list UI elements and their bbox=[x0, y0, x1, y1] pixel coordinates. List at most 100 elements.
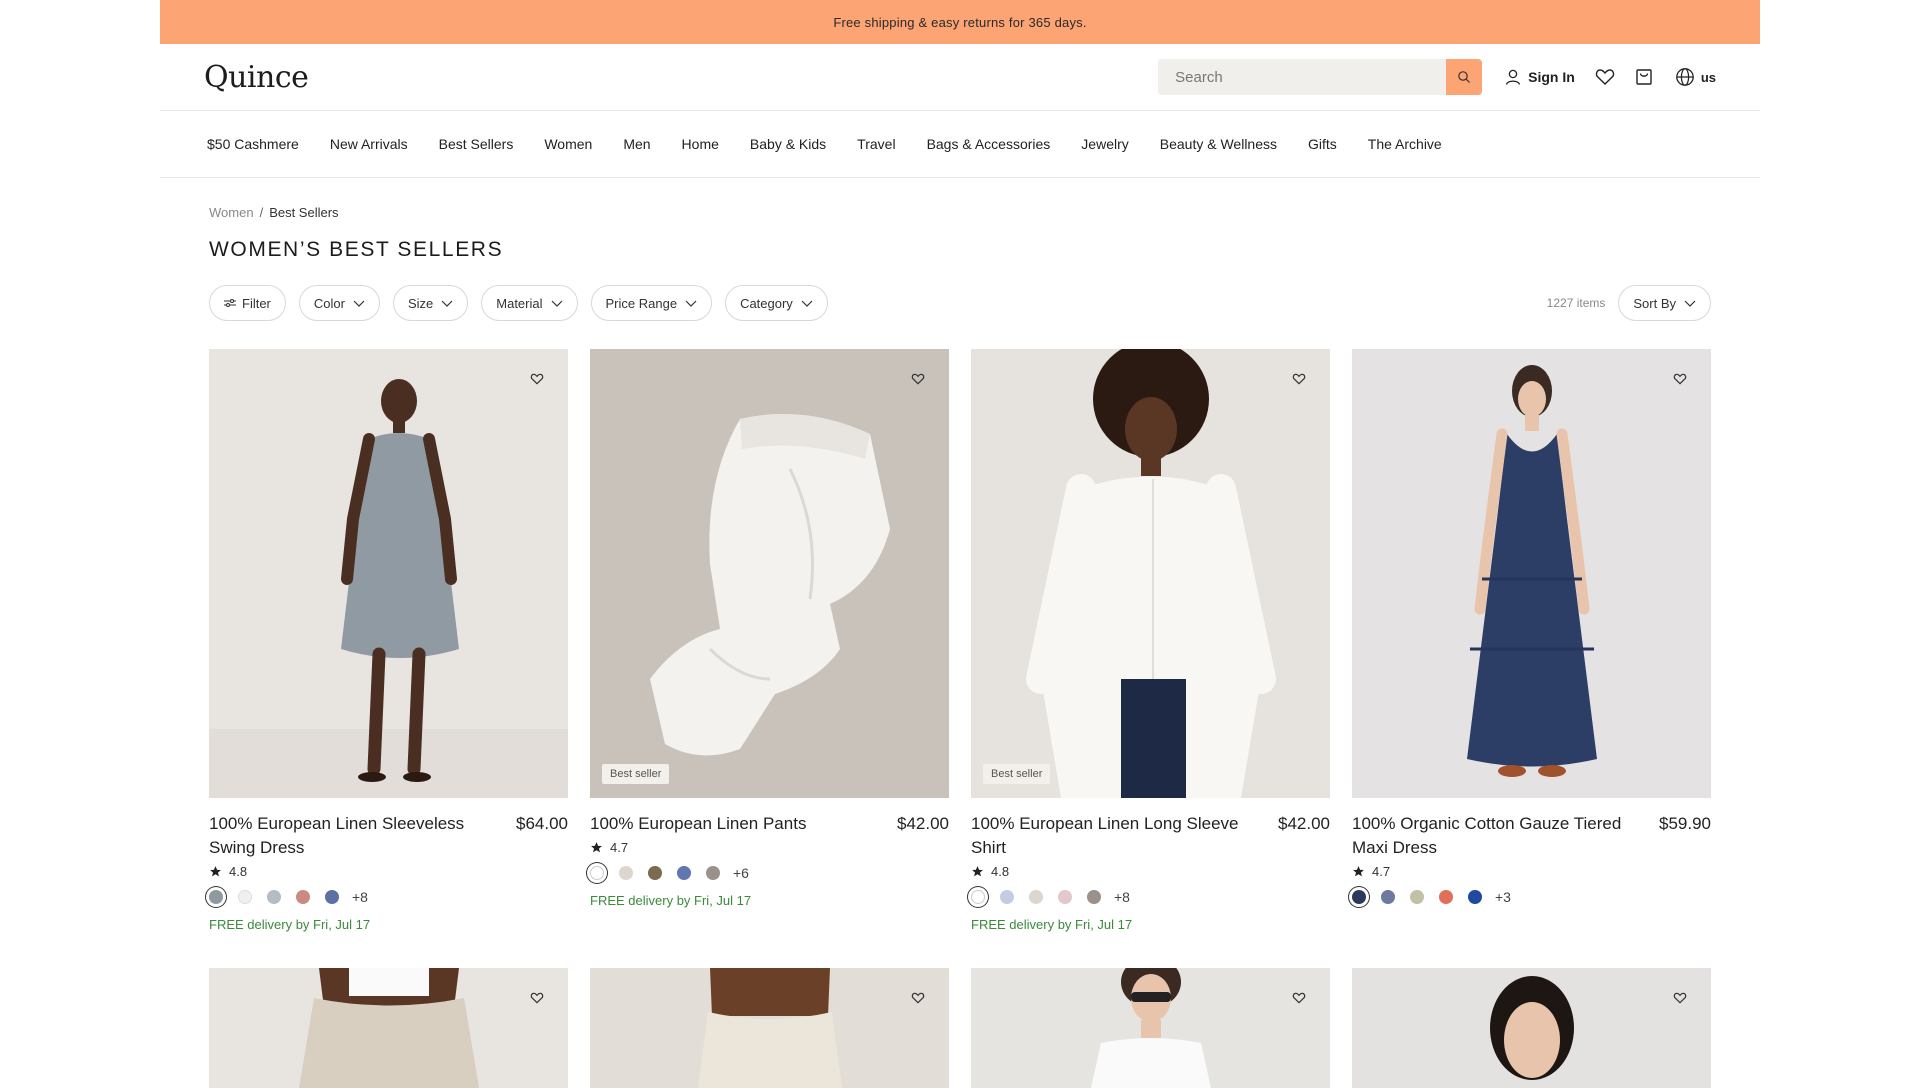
color-swatch[interactable] bbox=[619, 866, 633, 880]
product-card[interactable] bbox=[209, 968, 568, 1088]
product-image[interactable] bbox=[1352, 349, 1711, 798]
category-filter-label: Category bbox=[740, 295, 793, 311]
wishlist-button[interactable] bbox=[1595, 68, 1615, 86]
color-swatches: +3 bbox=[1352, 889, 1711, 905]
wishlist-heart-icon[interactable] bbox=[1292, 373, 1306, 385]
wishlist-heart-icon[interactable] bbox=[911, 373, 925, 385]
wishlist-heart-icon[interactable] bbox=[1673, 992, 1687, 1004]
nav-item-new-arrivals[interactable]: New Arrivals bbox=[330, 136, 408, 152]
product-card[interactable]: Best seller 100% European Linen Long Sle… bbox=[971, 349, 1330, 932]
sort-by-dropdown[interactable]: Sort By bbox=[1618, 285, 1711, 321]
star-icon bbox=[972, 866, 983, 877]
search-input[interactable] bbox=[1158, 59, 1447, 95]
product-image[interactable] bbox=[971, 968, 1330, 1088]
nav-item-men[interactable]: Men bbox=[623, 136, 650, 152]
wishlist-heart-icon[interactable] bbox=[1292, 992, 1306, 1004]
rating-value: 4.8 bbox=[991, 864, 1010, 879]
page-title: WOMEN’S BEST SELLERS bbox=[209, 238, 504, 261]
chevron-down-icon bbox=[1684, 300, 1696, 307]
color-swatch[interactable] bbox=[971, 890, 985, 904]
product-photo-linen-shirt bbox=[971, 349, 1330, 798]
star-icon bbox=[1353, 866, 1364, 877]
color-swatch[interactable] bbox=[1410, 890, 1424, 904]
more-colors[interactable]: +6 bbox=[733, 865, 749, 881]
product-image[interactable] bbox=[209, 968, 568, 1088]
locale-selector[interactable]: us bbox=[1675, 67, 1716, 87]
product-card[interactable] bbox=[971, 968, 1330, 1088]
product-image[interactable]: Best seller bbox=[590, 349, 949, 798]
product-photo-tank bbox=[971, 968, 1330, 1088]
wishlist-heart-icon[interactable] bbox=[530, 992, 544, 1004]
wishlist-heart-icon[interactable] bbox=[530, 373, 544, 385]
color-swatch[interactable] bbox=[1029, 890, 1043, 904]
color-swatch[interactable] bbox=[209, 890, 223, 904]
chevron-down-icon bbox=[801, 300, 813, 307]
color-swatch[interactable] bbox=[1381, 890, 1395, 904]
color-swatch[interactable] bbox=[706, 866, 720, 880]
cart-button[interactable] bbox=[1635, 68, 1653, 86]
size-filter[interactable]: Size bbox=[392, 285, 469, 321]
nav-item-home[interactable]: Home bbox=[682, 136, 719, 152]
color-swatch[interactable] bbox=[590, 866, 604, 880]
nav-item-baby-kids[interactable]: Baby & Kids bbox=[750, 136, 826, 152]
wishlist-heart-icon[interactable] bbox=[911, 992, 925, 1004]
product-card[interactable]: 100% Organic Cotton Gauze Tiered Maxi Dr… bbox=[1352, 349, 1711, 932]
more-colors[interactable]: +3 bbox=[1495, 889, 1511, 905]
color-swatch[interactable] bbox=[1468, 890, 1482, 904]
price-range-filter-label: Price Range bbox=[605, 295, 678, 311]
nav-item-women[interactable]: Women bbox=[544, 136, 592, 152]
user-icon bbox=[1506, 69, 1521, 85]
nav-item-jewelry[interactable]: Jewelry bbox=[1081, 136, 1128, 152]
site-header: Quince Sign In us bbox=[160, 44, 1760, 111]
wishlist-heart-icon[interactable] bbox=[1673, 373, 1687, 385]
product-card[interactable]: Best seller 100% European Linen Pants $4… bbox=[590, 349, 949, 932]
nav-item-best-sellers[interactable]: Best Sellers bbox=[439, 136, 514, 152]
quince-logo[interactable]: Quince bbox=[204, 60, 309, 95]
product-photo-maxi-dress bbox=[1352, 349, 1711, 798]
product-grid: 100% European Linen Sleeveless Swing Dre… bbox=[209, 349, 1711, 932]
nav-item-beauty-wellness[interactable]: Beauty & Wellness bbox=[1160, 136, 1277, 152]
nav-item-gifts[interactable]: Gifts bbox=[1308, 136, 1337, 152]
color-swatch[interactable] bbox=[677, 866, 691, 880]
color-filter[interactable]: Color bbox=[298, 285, 380, 321]
product-image[interactable] bbox=[209, 349, 568, 798]
breadcrumb-women[interactable]: Women bbox=[209, 205, 254, 220]
material-filter[interactable]: Material bbox=[481, 285, 578, 321]
color-swatch[interactable] bbox=[296, 890, 310, 904]
product-name[interactable]: 100% European Linen Pants bbox=[590, 812, 806, 836]
color-swatch[interactable] bbox=[1058, 890, 1072, 904]
nav-item-archive[interactable]: The Archive bbox=[1368, 136, 1442, 152]
star-icon bbox=[591, 842, 602, 853]
more-colors[interactable]: +8 bbox=[1114, 889, 1130, 905]
color-swatch[interactable] bbox=[1439, 890, 1453, 904]
color-swatch[interactable] bbox=[1000, 890, 1014, 904]
delivery-info: FREE delivery by Fri, Jul 17 bbox=[590, 893, 752, 908]
product-image[interactable] bbox=[1352, 968, 1711, 1088]
product-card[interactable]: 100% European Linen Sleeveless Swing Dre… bbox=[209, 349, 568, 932]
color-swatch[interactable] bbox=[267, 890, 281, 904]
product-card[interactable] bbox=[590, 968, 949, 1088]
breadcrumb: Women / Best Sellers bbox=[209, 205, 1711, 220]
more-colors[interactable]: +8 bbox=[352, 889, 368, 905]
nav-item-cashmere[interactable]: $50 Cashmere bbox=[207, 136, 299, 152]
filter-button[interactable]: Filter bbox=[209, 285, 286, 321]
nav-item-bags-accessories[interactable]: Bags & Accessories bbox=[927, 136, 1051, 152]
color-swatch[interactable] bbox=[1352, 890, 1366, 904]
product-name[interactable]: 100% European Linen Sleeveless Swing Dre… bbox=[209, 812, 479, 860]
color-swatch[interactable] bbox=[325, 890, 339, 904]
product-card[interactable] bbox=[1352, 968, 1711, 1088]
nav-item-travel[interactable]: Travel bbox=[857, 136, 895, 152]
product-photo-swing-dress bbox=[209, 349, 568, 798]
category-filter[interactable]: Category bbox=[725, 285, 828, 321]
price-range-filter[interactable]: Price Range bbox=[590, 285, 713, 321]
product-image[interactable] bbox=[590, 968, 949, 1088]
color-swatch[interactable] bbox=[648, 866, 662, 880]
product-name[interactable]: 100% Organic Cotton Gauze Tiered Maxi Dr… bbox=[1352, 812, 1622, 860]
sign-in-link[interactable]: Sign In bbox=[1504, 68, 1575, 86]
product-name[interactable]: 100% European Linen Long Sleeve Shirt bbox=[971, 812, 1241, 860]
color-swatch[interactable] bbox=[238, 890, 252, 904]
color-swatch[interactable] bbox=[1087, 890, 1101, 904]
product-image[interactable]: Best seller bbox=[971, 349, 1330, 798]
promo-banner[interactable]: Free shipping & easy returns for 365 day… bbox=[160, 0, 1760, 44]
search-button[interactable] bbox=[1446, 59, 1483, 95]
